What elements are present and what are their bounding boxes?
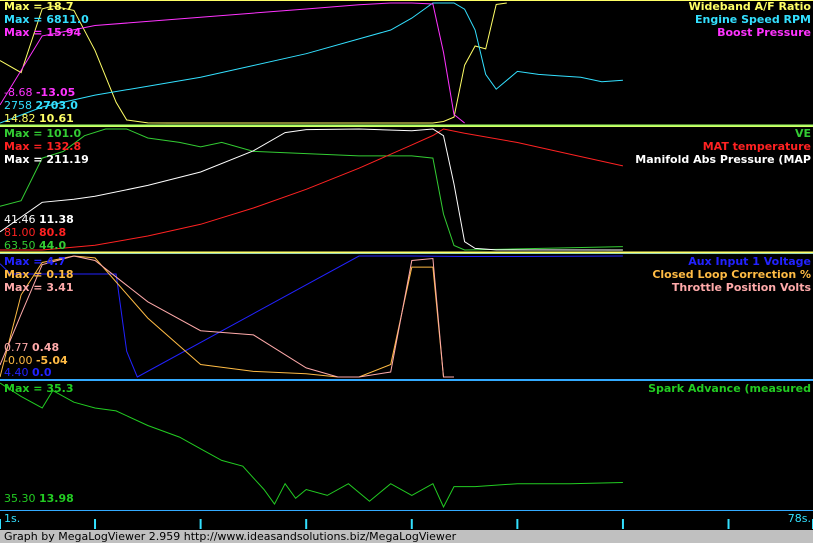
- p1-series1-min: 14.82 10.61: [4, 112, 74, 125]
- p1-series3-max: Max = 15.94: [4, 26, 82, 39]
- p1-series3-legend: Boost Pressure: [717, 26, 811, 39]
- time-axis-end: 78s.: [787, 512, 811, 525]
- p3-series1-min: 4.40 0.0: [4, 366, 52, 379]
- p4-series1-max: Max = 35.3: [4, 382, 74, 395]
- p3-series2-max: Max = 0.18: [4, 268, 74, 281]
- panel-2-series-3-line: [0, 128, 623, 251]
- p3-series3-legend: Throttle Position Volts: [671, 281, 811, 294]
- p1-series3-min: -8.68 -13.05: [4, 86, 76, 99]
- p2-series3-min: 41.46 11.38: [4, 213, 74, 226]
- panel-2-series-2-line: [0, 128, 624, 251]
- panel-2-series-1-line: [0, 128, 623, 251]
- p2-series1-min: 63.50 44.0: [4, 239, 67, 252]
- p1-series2-legend: Engine Speed RPM: [694, 13, 811, 26]
- p1-series1-max: Max = 18.7: [4, 0, 74, 13]
- p2-series1-max: Max = 101.0: [4, 127, 82, 140]
- p2-series3-max: Max = 211.19: [4, 153, 89, 166]
- megalog-chart: Max = 18.7 Max = 6811.0 Max = 15.94 Wide…: [0, 0, 813, 543]
- footer-credit: Graph by MegaLogViewer 2.959 http://www.…: [0, 530, 813, 543]
- p1-series2-max: Max = 6811.0: [4, 13, 89, 26]
- p4-series1-legend: Spark Advance (measured: [648, 382, 811, 395]
- p3-series3-min: 0.77 0.48: [4, 341, 60, 354]
- p3-series3-max: Max = 3.41: [4, 281, 74, 294]
- p1-series2-min: 2758 2703.0: [4, 99, 78, 112]
- p2-series2-max: Max = 132.8: [4, 140, 82, 153]
- p2-series1-legend: VE: [794, 127, 811, 140]
- panel-1-series-2-line: [0, 2, 623, 124]
- p3-series2-legend: Closed Loop Correction %: [652, 268, 811, 281]
- panel-4-series-1-line: [0, 382, 623, 509]
- p3-series1-legend: Aux Input 1 Voltage: [688, 255, 811, 268]
- p2-series3-legend: Manifold Abs Pressure (MAP: [635, 153, 811, 166]
- p4-series1-min: 35.30 13.98: [4, 492, 74, 505]
- p2-series2-legend: MAT temperature: [702, 140, 811, 153]
- time-axis-start: 1s.: [4, 512, 21, 525]
- p3-series1-max: Max = 4.7: [4, 255, 66, 268]
- p2-series2-min: 81.00 80.8: [4, 226, 67, 239]
- panel-3-series-1-line: [0, 255, 623, 378]
- p1-series1-legend: Wideband A/F Ratio: [688, 0, 811, 13]
